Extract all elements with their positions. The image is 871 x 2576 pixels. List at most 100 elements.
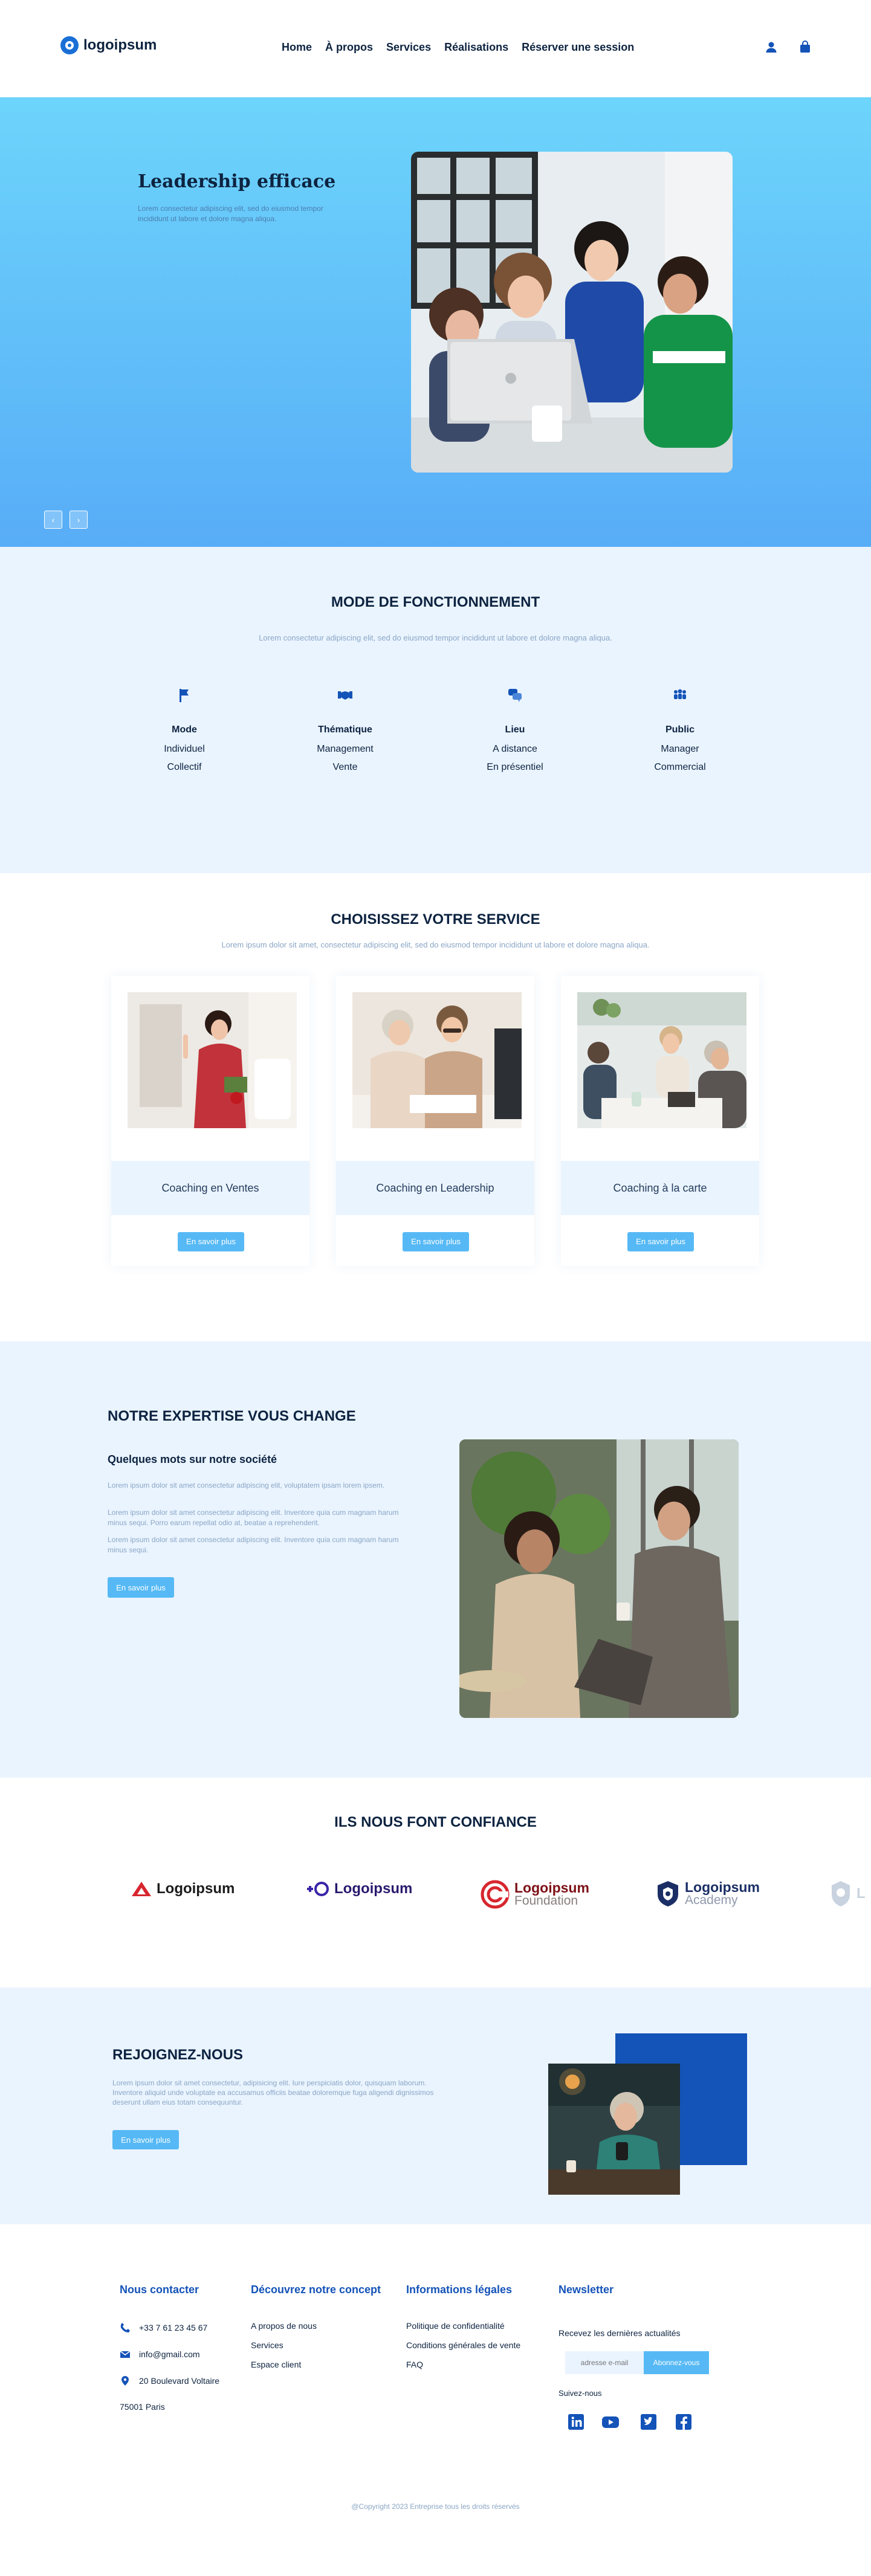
nav-home[interactable]: Home: [282, 41, 312, 54]
nav-about[interactable]: À propos: [325, 41, 373, 54]
follow-us-label: Suivez-nous: [559, 2389, 602, 2398]
expertise-learn-more-button[interactable]: En savoir plus: [108, 1577, 174, 1598]
service-image: [128, 992, 297, 1128]
partner-text: Logoipsum Academy: [685, 1880, 760, 1907]
learn-more-button[interactable]: En savoir plus: [178, 1232, 244, 1251]
join-text: Lorem ipsum dolor sit amet consectetur, …: [112, 2079, 434, 2106]
partner-subname: Academy: [685, 1893, 738, 1907]
footer-link[interactable]: A propos de nous: [251, 2321, 317, 2331]
site-header: logoipsum Home À propos Services Réalisa…: [0, 0, 871, 97]
partner-name: L: [856, 1885, 866, 1902]
main-nav: Home À propos Services Réalisations Rése…: [282, 41, 634, 54]
mode-title: MODE DE FONCTIONNEMENT: [331, 594, 540, 610]
user-icon[interactable]: [764, 40, 779, 54]
linkedin-icon[interactable]: [567, 2413, 585, 2431]
service-title: Coaching en Ventes: [111, 1161, 309, 1215]
footer-link[interactable]: Conditions générales de vente: [406, 2340, 520, 2350]
footer-concept-title: Découvrez notre concept: [251, 2284, 381, 2296]
shopping-bag-icon[interactable]: [798, 40, 812, 54]
expertise-image: [459, 1439, 739, 1718]
mail-icon: [120, 2351, 131, 2358]
chat-icon: [505, 685, 525, 705]
learn-more-button[interactable]: En savoir plus: [627, 1232, 694, 1251]
mode-subtitle: Lorem consectetur adipiscing elit, sed d…: [259, 633, 612, 642]
partner-name: Logoipsum: [157, 1880, 235, 1897]
flag-icon: [174, 685, 195, 705]
nav-services[interactable]: Services: [386, 41, 431, 54]
mode-value: Management: [317, 744, 374, 754]
handshake-icon: [335, 685, 355, 705]
service-card: Coaching en Leadership En savoir plus: [336, 976, 534, 1266]
partner-logo: L: [830, 1880, 866, 1908]
mode-column-theme: Thématique Management Vente: [279, 685, 412, 773]
youtube-icon[interactable]: [601, 2413, 620, 2431]
learn-more-button[interactable]: En savoir plus: [403, 1232, 469, 1251]
hero-image: [411, 152, 733, 473]
services-section: CHOISISSEZ VOTRE SERVICE Lorem ipsum dol…: [0, 873, 871, 1341]
mode-column-place: Lieu A distance En présentiel: [448, 685, 581, 773]
service-title: Coaching à la carte: [561, 1161, 759, 1215]
mode-label: Mode: [172, 725, 197, 735]
nav-book-session[interactable]: Réserver une session: [522, 41, 634, 54]
partner-1-icon: [132, 1882, 151, 1896]
partner-name: Logoipsum: [334, 1880, 413, 1897]
footer-legal-title: Informations légales: [406, 2284, 513, 2296]
hero-subtitle: Lorem consectetur adipiscing elit, sed d…: [138, 204, 323, 223]
services-title: CHOISISSEZ VOTRE SERVICE: [331, 911, 540, 928]
partner-name: Logoipsum: [685, 1879, 760, 1895]
logo-text: logoipsum: [83, 37, 157, 53]
footer-email[interactable]: info@gmail.com: [120, 2349, 200, 2360]
mode-value: En présentiel: [487, 762, 543, 772]
footer-link[interactable]: Politique de confidentialité: [406, 2321, 505, 2331]
partner-2-icon: [307, 1882, 329, 1896]
users-icon: [670, 685, 690, 705]
mode-value: Individuel: [164, 744, 205, 754]
partner-logo: Logoipsum Foundation: [481, 1880, 589, 1909]
newsletter-text: Recevez les dernières actualités: [559, 2328, 681, 2338]
mode-value: Manager: [661, 744, 699, 754]
newsletter-email-input[interactable]: [565, 2351, 644, 2374]
mode-label: Thématique: [318, 725, 372, 735]
footer-address-line1: 20 Boulevard Voltaire: [139, 2376, 220, 2386]
footer-address: 20 Boulevard Voltaire: [120, 2375, 219, 2386]
mode-label: Lieu: [505, 725, 525, 735]
partner-logo: Logoipsum: [305, 1880, 412, 1898]
footer-link[interactable]: Espace client: [251, 2360, 301, 2369]
expertise-section: NOTRE EXPERTISE VOUS CHANGE Quelques mot…: [0, 1341, 871, 1778]
twitter-icon[interactable]: [639, 2413, 658, 2431]
carousel-prev-button[interactable]: ‹: [44, 511, 62, 529]
join-learn-more-button[interactable]: En savoir plus: [112, 2130, 179, 2149]
logo[interactable]: logoipsum: [60, 36, 157, 54]
mode-column-public: Public Manager Commercial: [614, 685, 746, 773]
site-footer: Nous contacter +33 7 61 23 45 67 info@gm…: [0, 2224, 871, 2576]
footer-link[interactable]: Services: [251, 2340, 283, 2350]
service-image: [577, 992, 746, 1128]
partner-subname: Foundation: [514, 1894, 578, 1908]
service-card: Coaching à la carte En savoir plus: [561, 976, 759, 1266]
footer-link[interactable]: FAQ: [406, 2360, 423, 2369]
partner-logo: Logoipsum Academy: [656, 1880, 760, 1908]
service-title: Coaching en Leadership: [336, 1161, 534, 1215]
join-section: REJOIGNEZ-NOUS Lorem ipsum dolor sit ame…: [0, 1987, 871, 2224]
mode-value: A distance: [493, 744, 537, 754]
nav-realisations[interactable]: Réalisations: [444, 41, 508, 54]
carousel-next-button[interactable]: ›: [70, 511, 88, 529]
footer-email-text: info@gmail.com: [139, 2349, 200, 2359]
mode-value: Commercial: [654, 762, 706, 772]
service-card: Coaching en Ventes En savoir plus: [111, 976, 309, 1266]
phone-icon: [120, 2323, 130, 2332]
footer-address-line2: 75001 Paris: [120, 2402, 165, 2412]
hero-title: Leadership efficace: [138, 171, 336, 192]
expertise-subtitle: Quelques mots sur notre société: [108, 1453, 277, 1465]
partner-logo: Logoipsum: [131, 1880, 235, 1898]
mode-label: Public: [665, 725, 695, 735]
partner-3-icon: [481, 1880, 510, 1909]
expertise-title: NOTRE EXPERTISE VOUS CHANGE: [108, 1408, 356, 1424]
newsletter-subscribe-button[interactable]: Abonnez-vous: [644, 2351, 709, 2374]
services-subtitle: Lorem ipsum dolor sit amet, consectetur …: [221, 940, 650, 949]
footer-phone[interactable]: +33 7 61 23 45 67: [120, 2322, 207, 2333]
footer-newsletter-title: Newsletter: [559, 2284, 614, 2296]
footer-phone-text: +33 7 61 23 45 67: [139, 2323, 208, 2332]
location-pin-icon: [121, 2376, 129, 2386]
facebook-icon[interactable]: [675, 2413, 693, 2431]
